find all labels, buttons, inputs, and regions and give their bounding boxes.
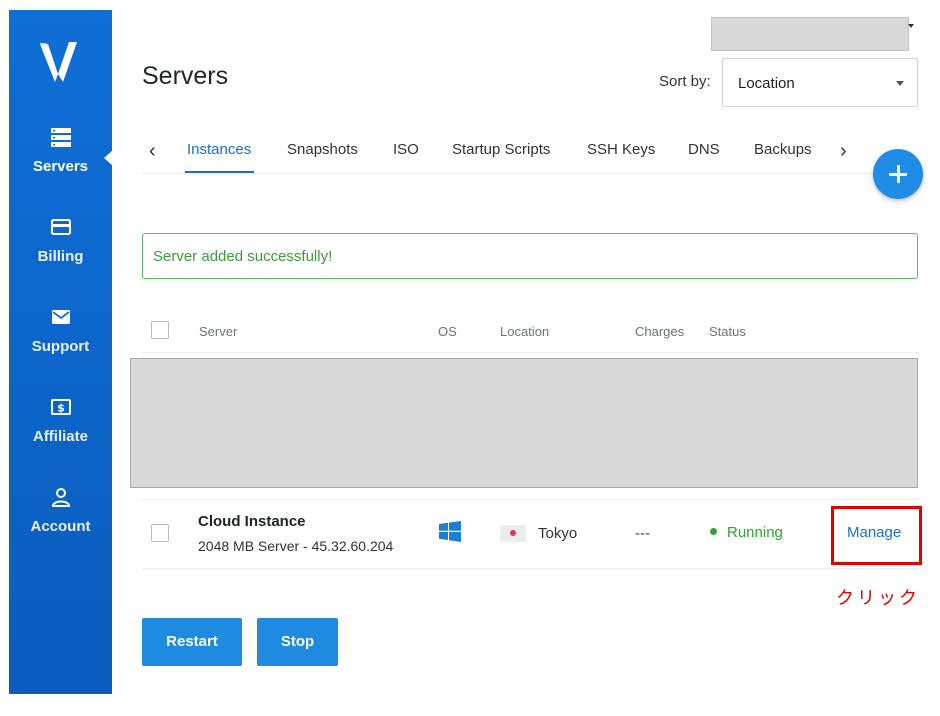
select-all-checkbox[interactable] [151, 321, 169, 339]
sidebar-item-label: Account [30, 518, 91, 535]
restart-button[interactable]: Restart [142, 618, 242, 666]
header-divider [142, 352, 918, 353]
sidebar-item-label: Billing [37, 248, 84, 265]
active-tab-underline [185, 171, 254, 173]
sort-value: Location [738, 75, 795, 92]
sidebar-item-billing[interactable]: Billing [9, 216, 112, 265]
tab-ssh-keys[interactable]: SSH Keys [587, 141, 655, 158]
column-header-charges[interactable]: Charges [635, 324, 684, 339]
row-divider [142, 499, 918, 500]
tab-dns[interactable]: DNS [688, 141, 720, 158]
chevron-down-icon[interactable] [908, 24, 914, 28]
japan-flag-icon [500, 525, 526, 542]
column-header-status[interactable]: Status [709, 324, 746, 339]
status-dot-icon [710, 528, 717, 535]
credit-card-icon [50, 219, 71, 235]
chevron-right-icon[interactable]: › [840, 140, 847, 163]
plus-icon-bar [896, 165, 900, 183]
sidebar-item-servers[interactable]: Servers [9, 126, 112, 175]
column-header-server[interactable]: Server [199, 324, 237, 339]
tab-iso[interactable]: ISO [393, 141, 419, 158]
chevron-left-icon[interactable]: ‹ [149, 140, 156, 163]
column-header-os[interactable]: OS [438, 324, 457, 339]
status-badge: Running [727, 524, 783, 541]
dollar-icon: $ [50, 399, 71, 415]
active-nav-indicator [104, 150, 113, 166]
account-dropdown[interactable] [711, 17, 909, 51]
chevron-down-icon [896, 81, 904, 86]
tab-snapshots[interactable]: Snapshots [287, 141, 358, 158]
flag-dot [510, 530, 516, 536]
success-alert: Server added successfully! [142, 233, 918, 279]
tab-instances[interactable]: Instances [187, 141, 251, 158]
column-header-location[interactable]: Location [500, 324, 549, 339]
row-divider [142, 568, 918, 569]
windows-icon [439, 521, 461, 542]
sidebar: Servers Billing Support $ Affiliate Acco… [9, 10, 113, 694]
user-icon [51, 488, 70, 507]
alert-message: Server added successfully! [153, 248, 333, 265]
servers-icon [50, 128, 71, 147]
envelope-icon [51, 310, 70, 324]
sidebar-item-label: Support [31, 338, 90, 355]
redacted-rows [130, 358, 918, 488]
tab-startup-scripts[interactable]: Startup Scripts [452, 141, 550, 158]
server-charges: --- [635, 525, 650, 542]
server-description: 2048 MB Server - 45.32.60.204 [198, 538, 394, 554]
server-location: Tokyo [538, 525, 578, 542]
tab-backups[interactable]: Backups [754, 141, 812, 158]
sidebar-item-affiliate[interactable]: $ Affiliate [9, 396, 112, 445]
svg-text:$: $ [57, 402, 65, 415]
page-title: Servers [142, 62, 229, 90]
sidebar-item-support[interactable]: Support [9, 306, 112, 355]
manage-link[interactable]: Manage [847, 524, 901, 541]
sidebar-item-account[interactable]: Account [9, 486, 112, 535]
click-annotation: クリック [836, 588, 920, 609]
vultr-logo-icon[interactable] [38, 38, 82, 88]
sidebar-item-label: Servers [32, 158, 89, 175]
add-server-button[interactable] [873, 149, 923, 199]
row-checkbox[interactable] [151, 524, 169, 542]
stop-button[interactable]: Stop [257, 618, 338, 666]
sort-select[interactable]: Location [722, 58, 918, 107]
sort-label: Sort by: [659, 73, 711, 90]
server-name[interactable]: Cloud Instance [198, 513, 306, 530]
sidebar-item-label: Affiliate [32, 428, 88, 445]
